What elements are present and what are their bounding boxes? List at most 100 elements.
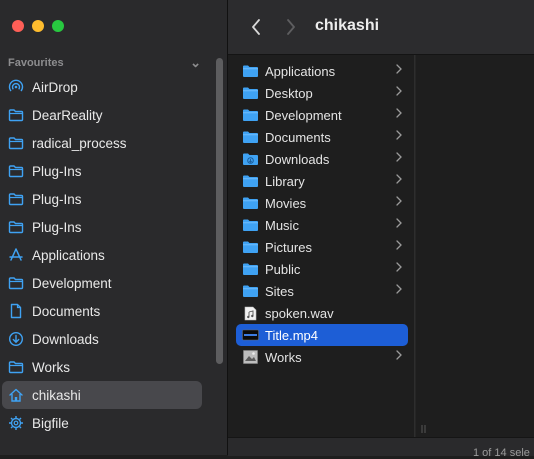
download-folder-icon xyxy=(242,152,259,166)
folder-icon xyxy=(8,135,24,151)
file-name: Music xyxy=(265,217,299,233)
folder-icon xyxy=(242,108,259,122)
sidebar-item-development[interactable]: Development xyxy=(2,269,202,297)
file-name: spoken.wav xyxy=(265,305,334,321)
section-label: Favourites xyxy=(8,57,64,69)
chevron-down-icon[interactable]: ⌄ xyxy=(190,55,201,71)
file-name: Pictures xyxy=(265,239,312,255)
favourites-section-header[interactable]: Favourites ⌄ xyxy=(8,55,201,72)
selection-status: 1 of 14 sele xyxy=(473,447,530,459)
folder-icon xyxy=(242,218,259,232)
sidebar: Favourites ⌄ AirDrop DearReality radical_p… xyxy=(0,0,228,455)
file-column: Applications Desktop Development Documents D… xyxy=(228,55,415,437)
sidebar-item-plug-ins[interactable]: Plug-Ins xyxy=(2,185,202,213)
folder-icon xyxy=(242,86,259,100)
folder-icon xyxy=(242,196,259,210)
sidebar-item-plug-ins[interactable]: Plug-Ins xyxy=(2,213,202,241)
sidebar-item-label: Documents xyxy=(32,303,101,319)
file-name: Sites xyxy=(265,283,294,299)
file-row-library[interactable]: Library xyxy=(236,170,408,192)
file-row-movies[interactable]: Movies xyxy=(236,192,408,214)
audio-file-icon xyxy=(242,306,259,320)
minimize-button[interactable] xyxy=(32,20,44,32)
video-file-icon xyxy=(242,328,259,342)
sidebar-item-label: chikashi xyxy=(32,387,81,403)
file-name: Desktop xyxy=(265,85,313,101)
chevron-right-icon xyxy=(396,108,402,121)
file-name: Downloads xyxy=(265,151,330,167)
folder-icon xyxy=(242,284,259,298)
sidebar-item-label: AirDrop xyxy=(32,79,78,95)
file-row-title-mp4[interactable]: Title.mp4 xyxy=(236,324,408,346)
chevron-right-icon xyxy=(396,152,402,165)
applications-icon xyxy=(8,247,24,263)
window-controls xyxy=(12,20,64,32)
sidebar-item-bigfile[interactable]: Bigfile xyxy=(2,409,202,437)
sidebar-item-label: Plug-Ins xyxy=(32,163,82,179)
download-icon xyxy=(8,331,24,347)
close-button[interactable] xyxy=(12,20,24,32)
sidebar-item-label: Applications xyxy=(32,247,105,263)
chevron-right-icon xyxy=(396,350,402,363)
sidebar-item-radical-process[interactable]: radical_process xyxy=(2,129,202,157)
sidebar-item-plug-ins[interactable]: Plug-Ins xyxy=(2,157,202,185)
back-button[interactable] xyxy=(246,15,266,39)
sidebar-item-works[interactable]: Works xyxy=(2,353,202,381)
chevron-right-icon xyxy=(396,240,402,253)
chevron-right-icon xyxy=(396,284,402,297)
image-file-icon xyxy=(242,350,259,364)
file-row-pictures[interactable]: Pictures xyxy=(236,236,408,258)
window-title: chikashi xyxy=(315,17,380,34)
file-row-documents[interactable]: Documents xyxy=(236,126,408,148)
gear-icon xyxy=(8,415,24,431)
folder-icon xyxy=(242,64,259,78)
sidebar-item-label: DearReality xyxy=(32,107,103,123)
toolbar: chikashi xyxy=(228,0,534,55)
sidebar-item-label: Development xyxy=(32,275,112,291)
sidebar-item-applications[interactable]: Applications xyxy=(2,241,202,269)
sidebar-item-airdrop[interactable]: AirDrop xyxy=(2,73,202,101)
sidebar-scrollbar[interactable] xyxy=(216,58,223,364)
sidebar-item-dearreality[interactable]: DearReality xyxy=(2,101,202,129)
sidebar-item-label: radical_process xyxy=(32,135,127,151)
file-row-works[interactable]: Works xyxy=(236,346,408,368)
file-row-desktop[interactable]: Desktop xyxy=(236,82,408,104)
folder-icon xyxy=(242,262,259,276)
file-name: Documents xyxy=(265,129,331,145)
file-row-development[interactable]: Development xyxy=(236,104,408,126)
chevron-right-icon xyxy=(396,174,402,187)
file-row-spoken-wav[interactable]: spoken.wav xyxy=(236,302,408,324)
chevron-left-icon xyxy=(252,19,260,35)
folder-icon xyxy=(8,219,24,235)
folder-icon xyxy=(8,359,24,375)
column-resize-handle[interactable] xyxy=(421,425,427,433)
file-name: Works xyxy=(265,349,302,365)
file-name: Development xyxy=(265,107,342,123)
file-name: Applications xyxy=(265,63,336,79)
chevron-right-icon xyxy=(396,218,402,231)
sidebar-item-documents[interactable]: Documents xyxy=(2,297,202,325)
chevron-right-icon xyxy=(396,196,402,209)
zoom-button[interactable] xyxy=(52,20,64,32)
forward-button[interactable] xyxy=(281,15,301,39)
folder-icon xyxy=(242,130,259,144)
file-row-public[interactable]: Public xyxy=(236,258,408,280)
file-name: Library xyxy=(265,173,305,189)
chevron-right-icon xyxy=(287,19,295,35)
file-row-applications[interactable]: Applications xyxy=(236,60,408,82)
folder-icon xyxy=(8,107,24,123)
folder-icon xyxy=(8,163,24,179)
home-icon xyxy=(8,387,24,403)
file-row-music[interactable]: Music xyxy=(236,214,408,236)
file-row-downloads[interactable]: Downloads xyxy=(236,148,408,170)
sidebar-item-downloads[interactable]: Downloads xyxy=(2,325,202,353)
folder-icon xyxy=(242,240,259,254)
sidebar-item-chikashi[interactable]: chikashi xyxy=(2,381,202,409)
chevron-right-icon xyxy=(396,130,402,143)
sidebar-list: AirDrop DearReality radical_process Plug-In… xyxy=(0,73,214,437)
preview-column xyxy=(415,55,534,437)
file-name: Public xyxy=(265,261,301,277)
file-row-sites[interactable]: Sites xyxy=(236,280,408,302)
status-bar: 1 of 14 sele xyxy=(228,437,534,459)
file-name: Movies xyxy=(265,195,307,211)
